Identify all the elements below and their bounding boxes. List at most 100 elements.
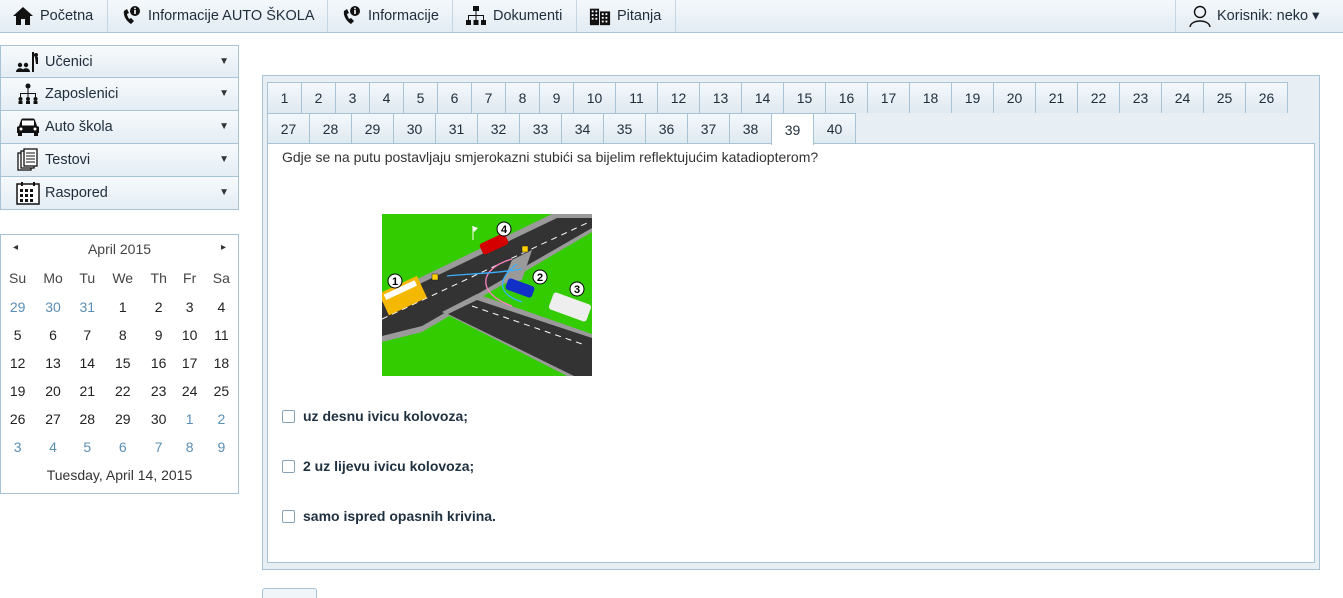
question-tab[interactable]: 23: [1119, 82, 1162, 113]
question-tab[interactable]: 1: [267, 82, 302, 113]
calendar-day[interactable]: 20: [34, 377, 72, 405]
calendar-day[interactable]: 4: [205, 293, 238, 321]
calendar-day[interactable]: 23: [143, 377, 175, 405]
question-tab[interactable]: 25: [1203, 82, 1246, 113]
question-tab[interactable]: 36: [645, 113, 688, 144]
calendar-day[interactable]: 13: [34, 349, 72, 377]
calendar-day[interactable]: 15: [103, 349, 143, 377]
sidebar-item-auto-skola[interactable]: Auto škola ▼: [0, 111, 239, 144]
question-tab[interactable]: 33: [519, 113, 562, 144]
question-tab[interactable]: 18: [909, 82, 952, 113]
question-tab[interactable]: 37: [687, 113, 730, 144]
question-tab[interactable]: 15: [783, 82, 826, 113]
calendar-day[interactable]: 26: [1, 405, 34, 433]
calendar-day[interactable]: 7: [143, 433, 175, 461]
question-tab[interactable]: 28: [309, 113, 352, 144]
calendar-day[interactable]: 28: [72, 405, 103, 433]
calendar-day[interactable]: 21: [72, 377, 103, 405]
answer-checkbox[interactable]: [282, 459, 295, 473]
calendar-day[interactable]: 3: [175, 293, 205, 321]
calendar-day[interactable]: 9: [143, 321, 175, 349]
question-tab[interactable]: 24: [1161, 82, 1204, 113]
question-tab[interactable]: 26: [1245, 82, 1288, 113]
calendar-day[interactable]: 5: [1, 321, 34, 349]
question-tab[interactable]: 38: [729, 113, 772, 144]
sidebar-item-raspored[interactable]: Raspored ▼: [0, 177, 239, 210]
question-tab[interactable]: 29: [351, 113, 394, 144]
calendar-day[interactable]: 30: [143, 405, 175, 433]
calendar-day[interactable]: 2: [143, 293, 175, 321]
question-tab[interactable]: 35: [603, 113, 646, 144]
calendar-day[interactable]: 10: [175, 321, 205, 349]
answer-checkbox[interactable]: [282, 509, 295, 523]
sidebar-item-testovi[interactable]: Testovi ▼: [0, 144, 239, 177]
question-tab[interactable]: 14: [741, 82, 784, 113]
answer-checkbox[interactable]: [282, 409, 295, 423]
question-tab[interactable]: 20: [993, 82, 1036, 113]
calendar-day[interactable]: 18: [205, 349, 238, 377]
question-tab[interactable]: 22: [1077, 82, 1120, 113]
calendar-day[interactable]: 30: [34, 293, 72, 321]
nav-pitanja[interactable]: Pitanja: [577, 0, 676, 32]
calendar-day[interactable]: 5: [72, 433, 103, 461]
question-tab[interactable]: 16: [825, 82, 868, 113]
question-tab[interactable]: 11: [615, 82, 658, 113]
calendar-day[interactable]: 1: [103, 293, 143, 321]
calendar-day[interactable]: 11: [205, 321, 238, 349]
calendar-day[interactable]: 27: [34, 405, 72, 433]
calendar-day[interactable]: 19: [1, 377, 34, 405]
sidebar-item-ucenici[interactable]: Učenici ▼: [0, 45, 239, 78]
question-tab[interactable]: 7: [471, 82, 506, 113]
question-tab[interactable]: 32: [477, 113, 520, 144]
question-tab[interactable]: 10: [573, 82, 616, 113]
nav-home[interactable]: Početna: [0, 0, 108, 32]
calendar-day[interactable]: 9: [205, 433, 238, 461]
calendar-day[interactable]: 29: [1, 293, 34, 321]
question-tab[interactable]: 17: [867, 82, 910, 113]
calendar-day[interactable]: 25: [205, 377, 238, 405]
calendar-day[interactable]: 14: [72, 349, 103, 377]
nav-dokumenti[interactable]: Dokumenti: [453, 0, 577, 32]
answer-option[interactable]: samo ispred opasnih krivina.: [282, 508, 496, 524]
calendar-day[interactable]: 22: [103, 377, 143, 405]
calendar-day[interactable]: 4: [34, 433, 72, 461]
prev-month-icon[interactable]: ◂: [13, 242, 18, 253]
question-tab[interactable]: 34: [561, 113, 604, 144]
calendar-day[interactable]: 12: [1, 349, 34, 377]
question-tab[interactable]: 21: [1035, 82, 1078, 113]
question-tab[interactable]: 3: [335, 82, 370, 113]
calendar-day[interactable]: 6: [34, 321, 72, 349]
question-tab[interactable]: 4: [369, 82, 404, 113]
calendar-today[interactable]: Tuesday, April 14, 2015: [1, 467, 238, 483]
question-tab[interactable]: 31: [435, 113, 478, 144]
question-tab[interactable]: 5: [403, 82, 438, 113]
nav-info-auto-skola[interactable]: Informacije AUTO ŠKOLA: [108, 0, 328, 32]
calendar-day[interactable]: 16: [143, 349, 175, 377]
question-tab[interactable]: 13: [699, 82, 742, 113]
calendar-day[interactable]: 7: [72, 321, 103, 349]
calendar-day[interactable]: 3: [1, 433, 34, 461]
calendar-day[interactable]: 8: [103, 321, 143, 349]
question-tab[interactable]: 27: [267, 113, 310, 144]
submit-button[interactable]: [262, 588, 317, 598]
user-menu[interactable]: Korisnik: neko ▾: [1175, 0, 1343, 32]
calendar-day[interactable]: 29: [103, 405, 143, 433]
calendar-day[interactable]: 6: [103, 433, 143, 461]
question-tab[interactable]: 9: [539, 82, 574, 113]
question-tab[interactable]: 12: [657, 82, 700, 113]
question-tab[interactable]: 6: [437, 82, 472, 113]
question-tab[interactable]: 8: [505, 82, 540, 113]
calendar-day[interactable]: 17: [175, 349, 205, 377]
question-tab[interactable]: 40: [813, 113, 856, 144]
answer-option[interactable]: 2 uz lijevu ivicu kolovoza;: [282, 458, 474, 474]
calendar-day[interactable]: 31: [72, 293, 103, 321]
question-tab[interactable]: 19: [951, 82, 994, 113]
next-month-icon[interactable]: ▸: [221, 242, 226, 253]
calendar-day[interactable]: 1: [175, 405, 205, 433]
question-tab[interactable]: 2: [301, 82, 336, 113]
nav-informacije[interactable]: Informacije: [328, 0, 453, 32]
calendar-day[interactable]: 2: [205, 405, 238, 433]
calendar-day[interactable]: 8: [175, 433, 205, 461]
sidebar-item-zaposlenici[interactable]: Zaposlenici ▼: [0, 78, 239, 111]
question-tab[interactable]: 39: [771, 113, 814, 145]
